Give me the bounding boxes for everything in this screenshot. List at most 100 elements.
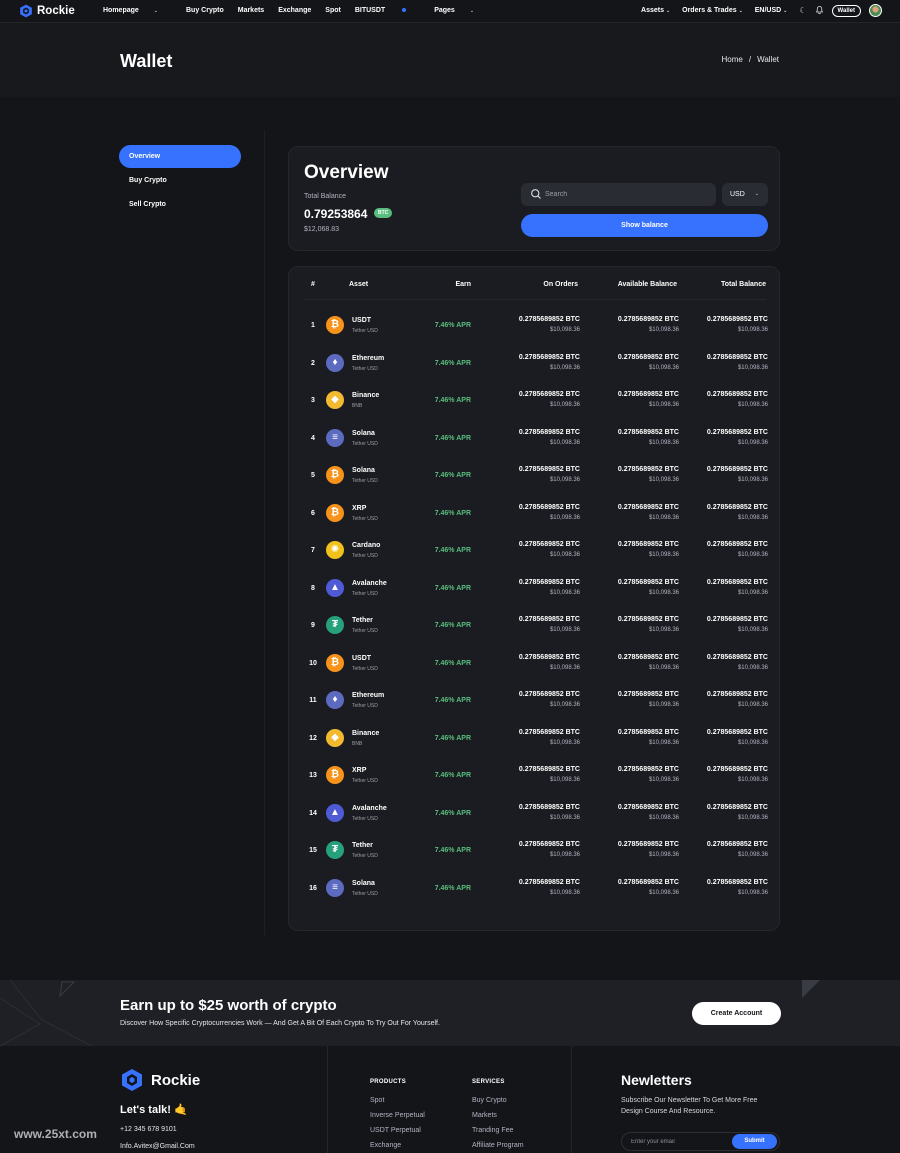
contact-phone[interactable]: +12 345 678 9101 <box>120 1126 177 1133</box>
total-balance-btc: 0.2785689852 BTC <box>706 878 768 886</box>
cta-banner: Earn up to $25 worth of crypto Discover … <box>0 980 900 1046</box>
nav-language-currency[interactable]: EN/USD ⌄ <box>755 7 788 14</box>
column-header-earn: Earn <box>455 281 471 288</box>
on-orders-btc: 0.2785689852 BTC <box>518 353 580 361</box>
table-row[interactable]: 2 ♦ Ethereum Tether USD 7.46% APR 0.278568985… <box>289 345 781 382</box>
asset-name: Solana <box>352 879 375 887</box>
page-title: Wallet <box>120 51 173 71</box>
on-orders-usd: $10,098.36 <box>549 777 580 783</box>
chevron-down-icon: ⌄ <box>738 8 743 14</box>
footer-link-usdt-perpetual[interactable]: USDT Perpetual <box>370 1127 421 1134</box>
total-balance-usd: $10,098.36 <box>737 439 768 446</box>
nav-assets[interactable]: Assets ⌄ <box>641 7 670 14</box>
table-row[interactable]: 5 ₿ Solana Tether USD 7.46% APR 0.2785689852 … <box>289 457 781 494</box>
breadcrumb-home[interactable]: Home <box>721 55 742 64</box>
available-balance-usd: $10,098.36 <box>648 402 679 408</box>
contact-email[interactable]: Info.Avitex@Gmail.Com <box>120 1143 195 1150</box>
on-orders-btc: 0.2785689852 BTC <box>518 466 580 473</box>
currency-badge: BTC <box>374 208 393 218</box>
brand-logo[interactable]: Rockie <box>19 4 75 18</box>
available-balance-usd: $10,098.36 <box>648 852 679 858</box>
table-row[interactable]: 1 ₿ USDT Tether USD 7.46% APR 0.2785689852 BT… <box>289 307 781 344</box>
chevron-down-icon: ⌄ <box>153 8 158 14</box>
footer-logo[interactable]: Rockie <box>120 1068 200 1092</box>
avatar[interactable] <box>869 4 882 17</box>
total-balance-usd: $10,098.36 <box>737 327 768 333</box>
column-header-available-balance: Available Balance <box>617 281 677 288</box>
show-balance-button[interactable]: Show balance <box>521 214 768 237</box>
column-header-on-orders: On Orders <box>543 281 578 288</box>
row-index: 5 <box>311 472 315 479</box>
column-header-asset: Asset <box>349 281 369 288</box>
table-row[interactable]: 4 ≡ Solana Tether USD 7.46% APR 0.2785689852 … <box>289 420 781 457</box>
table-row[interactable]: 16 ≡ Solana Tether USD 7.46% APR 0.2785689852… <box>289 870 781 907</box>
search-input[interactable] <box>545 183 710 206</box>
asset-subtitle: Tether USD <box>352 665 378 672</box>
footer-link-affiliate-program[interactable]: Affiliate Program <box>472 1142 524 1149</box>
asset-subtitle: Tether USD <box>352 365 378 372</box>
bell-icon[interactable] <box>815 5 823 16</box>
available-balance-btc: 0.2785689852 BTC <box>617 428 679 436</box>
available-balance-usd: $10,098.36 <box>648 364 679 371</box>
submit-button[interactable]: Submit <box>732 1134 777 1149</box>
available-balance-btc: 0.2785689852 BTC <box>617 391 679 398</box>
table-row[interactable]: 13 ₿ XRP Tether USD 7.46% APR 0.2785689852 BT… <box>289 757 781 794</box>
nav-orders-trades[interactable]: Orders & Trades ⌄ <box>682 7 743 14</box>
nav-homepage[interactable]: Homepage ⌄ <box>103 7 172 14</box>
nav-buy-crypto[interactable]: Buy Crypto <box>186 7 224 14</box>
nav-pages[interactable]: Pages ⌄ <box>434 7 488 14</box>
earn-apr: 7.46% APR <box>434 359 471 367</box>
table-row[interactable]: 7 ✺ Cardano Tether USD 7.46% APR 0.2785689852… <box>289 532 781 569</box>
create-account-button[interactable]: Create Account <box>692 1002 781 1025</box>
on-orders-usd: $10,098.36 <box>549 852 580 858</box>
sidebar-item-overview[interactable]: Overview <box>119 145 241 168</box>
nav-orders-label: Orders & Trades <box>682 7 737 14</box>
row-index: 3 <box>311 397 315 404</box>
on-orders-usd: $10,098.36 <box>549 702 580 708</box>
email-field[interactable] <box>631 1133 731 1150</box>
asset-name: Solana <box>352 429 375 437</box>
table-row[interactable]: 10 ₿ USDT Tether USD 7.46% APR 0.2785689852 B… <box>289 645 781 682</box>
column-header-total-balance: Total Balance <box>721 281 766 288</box>
decorative-lines <box>0 980 93 1046</box>
row-index: 6 <box>311 509 315 517</box>
table-row[interactable]: 15 ₮ Tether Tether USD 7.46% APR 0.2785689852… <box>289 832 781 869</box>
asset-name: Ethereum <box>352 692 385 699</box>
asset-name: Tether <box>352 842 373 849</box>
nav-exchange[interactable]: Exchange <box>278 7 311 14</box>
table-row[interactable]: 8 ▲ Avalanche Tether USD 7.46% APR 0.27856898… <box>289 570 781 607</box>
table-row[interactable]: 11 ♦ Ethereum Tether USD 7.46% APR 0.27856898… <box>289 682 781 719</box>
table-row[interactable]: 14 ▲ Avalanche Tether USD 7.46% APR 0.2785689… <box>289 795 781 832</box>
table-row[interactable]: 6 ₿ XRP Tether USD 7.46% APR 0.2785689852 BTC… <box>289 495 781 532</box>
footer-link-spot[interactable]: Spot <box>370 1097 384 1104</box>
sidebar-item-buy-crypto[interactable]: Buy Crypto <box>119 169 241 192</box>
wallet-button[interactable]: Wallet <box>831 4 861 17</box>
nav-spot[interactable]: Spot <box>325 7 341 14</box>
ethereum-icon: ♦ <box>326 353 344 372</box>
table-row[interactable]: 9 ₮ Tether Tether USD 7.46% APR 0.2785689852 … <box>289 607 781 644</box>
asset-subtitle: BNB <box>352 403 363 409</box>
asset-subtitle: Tether USD <box>352 440 378 447</box>
total-balance-btc: 0.2785689852 BTC <box>706 691 768 698</box>
on-orders-btc: 0.2785689852 BTC <box>518 316 580 323</box>
nav-markets[interactable]: Markets <box>238 7 264 14</box>
asset-subtitle: Tether USD <box>352 815 378 822</box>
available-balance-usd: $10,098.36 <box>648 327 679 333</box>
row-index: 11 <box>309 697 317 704</box>
footer-link-markets[interactable]: Markets <box>472 1112 497 1119</box>
row-index: 10 <box>309 659 317 667</box>
footer-link-inverse-perpetual[interactable]: Inverse Perpetual <box>370 1112 425 1119</box>
currency-select[interactable]: USD ⌄ <box>722 183 768 206</box>
nav-bitusdt[interactable]: BITUSDT <box>355 7 420 14</box>
moon-icon[interactable]: ☾ <box>799 6 806 15</box>
sidebar-item-sell-crypto[interactable]: Sell Crypto <box>119 193 241 216</box>
table-row[interactable]: 12 ◆ Binance BNB 7.46% APR 0.2785689852 BTC $1… <box>289 720 781 757</box>
tether-icon: ₮ <box>326 616 344 634</box>
footer-link-trading-fee[interactable]: Tranding Fee <box>472 1127 513 1134</box>
total-balance-usd: $10,098.36 <box>737 402 768 408</box>
table-row[interactable]: 3 ◆ Binance BNB 7.46% APR 0.2785689852 BTC $10… <box>289 382 781 419</box>
footer-link-exchange[interactable]: Exchange <box>370 1142 401 1149</box>
footer-link-buy-crypto[interactable]: Buy Crypto <box>472 1097 507 1104</box>
on-orders-usd: $10,098.36 <box>549 552 580 558</box>
total-balance-btc: 0.2785689852 BTC <box>706 728 768 736</box>
